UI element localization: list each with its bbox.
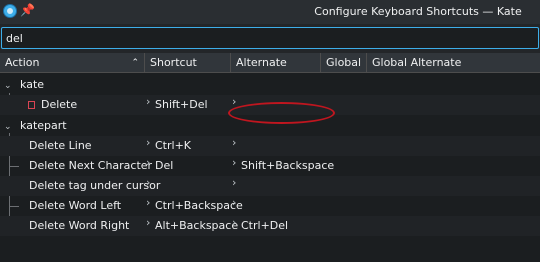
column-header-global[interactable]: Global bbox=[321, 53, 367, 73]
shortcut-value[interactable]: Ctrl+Backspace bbox=[155, 196, 243, 216]
table-row[interactable]: Delete Line › Ctrl+K › bbox=[0, 136, 540, 156]
action-label: Delete bbox=[41, 98, 78, 111]
shortcut-value[interactable]: Alt+Backspace bbox=[155, 216, 238, 236]
alternate-chevron-icon[interactable]: › bbox=[232, 156, 236, 169]
action-label: Delete Word Right bbox=[29, 219, 130, 232]
table-row[interactable]: Delete Word Left › Ctrl+Backspace › bbox=[0, 196, 540, 216]
shortcut-chevron-icon[interactable]: › bbox=[146, 176, 150, 189]
shortcut-value[interactable]: Shift+Del bbox=[155, 95, 208, 115]
alternate-value[interactable]: Shift+Backspace bbox=[241, 156, 334, 176]
table-header: Action ⌃ Shortcut Alternate Global Globa… bbox=[0, 53, 540, 73]
action-label: Delete Next Character bbox=[29, 159, 153, 172]
shortcut-chevron-icon[interactable]: › bbox=[146, 196, 150, 209]
shortcuts-table: Action ⌃ Shortcut Alternate Global Globa… bbox=[0, 53, 540, 262]
action-label: Delete Line bbox=[29, 139, 92, 152]
table-row[interactable]: Delete Word Right › Alt+Backspace › Ctrl… bbox=[0, 216, 540, 236]
column-header-action[interactable]: Action ⌃ bbox=[0, 53, 145, 73]
shortcut-chevron-icon[interactable]: › bbox=[146, 95, 150, 108]
column-header-shortcut[interactable]: Shortcut bbox=[145, 53, 231, 73]
alternate-chevron-icon[interactable]: › bbox=[232, 216, 236, 229]
action-label: Delete tag under cursor bbox=[29, 179, 161, 192]
pin-icon[interactable]: 📌 bbox=[20, 3, 35, 17]
shortcut-value[interactable]: Ctrl+K bbox=[155, 136, 191, 156]
search-field[interactable] bbox=[1, 27, 539, 49]
window-title: Configure Keyboard Shortcuts — Kate bbox=[314, 5, 522, 18]
table-row[interactable]: Delete Next Character › Del › Shift+Back… bbox=[0, 156, 540, 176]
column-header-alternate[interactable]: Alternate bbox=[231, 53, 321, 73]
expand-arrow-icon[interactable]: ⌄ bbox=[4, 81, 12, 91]
action-label: Delete Word Left bbox=[29, 199, 122, 212]
alternate-chevron-icon[interactable]: › bbox=[232, 176, 236, 189]
title-bar: 📌 Configure Keyboard Shortcuts — Kate bbox=[0, 0, 540, 24]
search-input[interactable] bbox=[6, 30, 526, 46]
delete-icon bbox=[28, 101, 35, 109]
kate-app-icon[interactable] bbox=[3, 4, 17, 18]
expand-arrow-icon[interactable]: ⌄ bbox=[4, 122, 12, 132]
shortcut-chevron-icon[interactable]: › bbox=[146, 136, 150, 149]
alternate-chevron-icon[interactable]: › bbox=[232, 196, 236, 209]
highlight-ellipse bbox=[228, 102, 335, 124]
table-row[interactable]: Delete tag under cursor › › bbox=[0, 176, 540, 196]
column-header-global-alternate[interactable]: Global Alternate bbox=[367, 53, 540, 73]
group-row-kate[interactable]: ⌄ kate bbox=[0, 75, 540, 95]
shortcut-chevron-icon[interactable]: › bbox=[146, 216, 150, 229]
sort-ascending-icon: ⌃ bbox=[131, 58, 139, 68]
alternate-chevron-icon[interactable]: › bbox=[232, 136, 236, 149]
shortcut-value[interactable]: Del bbox=[155, 156, 173, 176]
alternate-value[interactable]: Ctrl+Del bbox=[241, 216, 288, 236]
shortcut-chevron-icon[interactable]: › bbox=[146, 156, 150, 169]
